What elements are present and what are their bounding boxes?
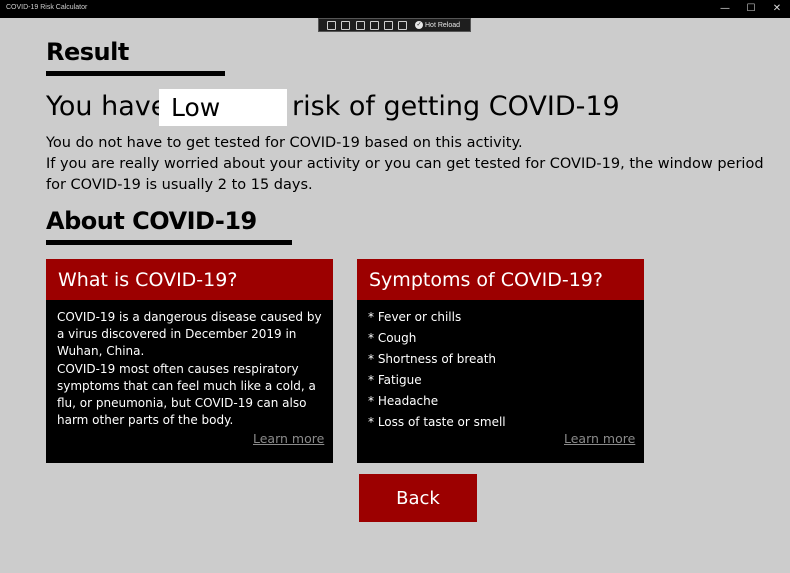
card-title: Symptoms of COVID-19? xyxy=(357,259,644,300)
symptom-item: * Shortness of breath xyxy=(368,352,497,366)
risk-prefix: You have xyxy=(46,91,168,122)
symptom-item: * Fever or chills xyxy=(368,310,462,324)
risk-level-box: Low xyxy=(159,89,287,126)
symptom-item: * Fatigue xyxy=(368,373,422,387)
learn-more-link[interactable]: Learn more xyxy=(253,431,324,446)
app-title: COVID-19 Risk Calculator xyxy=(6,4,88,11)
about-underline xyxy=(46,240,292,245)
result-heading: Result xyxy=(46,38,129,66)
hot-reload-label: Hot Reload xyxy=(425,22,461,29)
track-focus-icon[interactable] xyxy=(370,21,379,30)
symptom-item: * Headache xyxy=(368,394,439,408)
card-paragraph: COVID-19 most often causes respiratory s… xyxy=(57,362,316,427)
live-visual-tree-icon[interactable] xyxy=(327,21,336,30)
hot-reload-button[interactable]: ✓ Hot Reload xyxy=(415,20,460,31)
risk-suffix: risk of getting COVID-19 xyxy=(292,91,620,122)
result-underline xyxy=(46,71,225,76)
close-icon[interactable]: ✕ xyxy=(761,0,790,18)
card-body: COVID-19 is a dangerous disease caused b… xyxy=(57,309,325,430)
card-body: * Fever or chills * Cough * Shortness of… xyxy=(368,309,636,435)
check-circle-icon: ✓ xyxy=(415,21,423,30)
testing-advice-text: You do not have to get tested for COVID-… xyxy=(46,135,523,151)
xaml-debug-toolbar: ✓ Hot Reload xyxy=(318,18,471,32)
symptoms-card: Symptoms of COVID-19? * Fever or chills … xyxy=(357,259,644,463)
about-heading: About COVID-19 xyxy=(46,207,257,235)
select-element-icon[interactable] xyxy=(341,21,350,30)
binding-failures-icon[interactable] xyxy=(384,21,393,30)
window-period-text: If you are really worried about your act… xyxy=(46,156,764,193)
card-title: What is COVID-19? xyxy=(46,259,333,300)
learn-more-link[interactable]: Learn more xyxy=(564,431,635,446)
accessibility-icon[interactable] xyxy=(398,21,407,30)
symptom-item: * Cough xyxy=(368,331,417,345)
card-paragraph: COVID-19 is a dangerous disease caused b… xyxy=(57,310,322,358)
what-is-covid-card: What is COVID-19? COVID-19 is a dangerou… xyxy=(46,259,333,463)
title-bar: COVID-19 Risk Calculator — ☐ ✕ xyxy=(0,0,790,18)
display-layout-adorners-icon[interactable] xyxy=(356,21,365,30)
back-button[interactable]: Back xyxy=(359,474,477,522)
